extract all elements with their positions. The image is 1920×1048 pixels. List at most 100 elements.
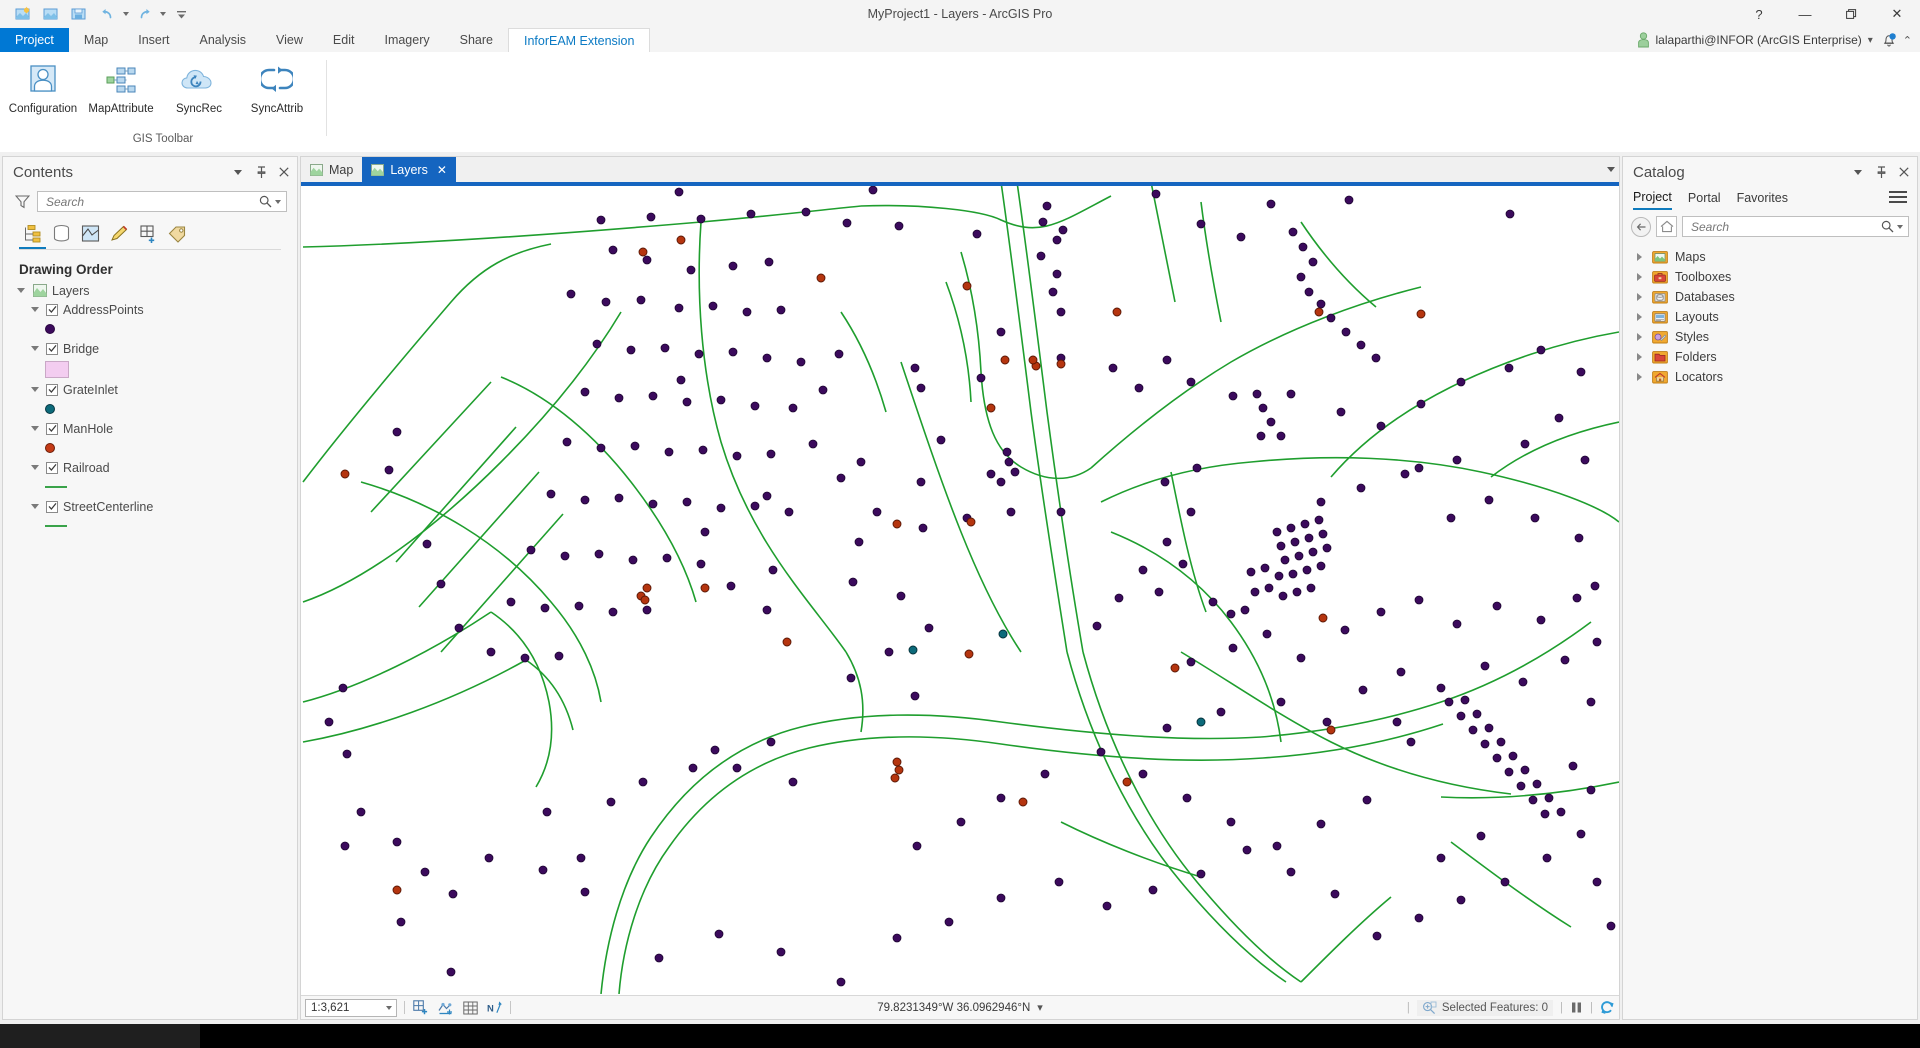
contents-pin-icon[interactable] <box>254 164 268 180</box>
close-icon[interactable]: ✕ <box>437 163 447 177</box>
bell-icon[interactable] <box>1881 32 1897 48</box>
expand-icon[interactable] <box>29 384 41 396</box>
layer-visibility-checkbox[interactable] <box>46 423 58 435</box>
list-by-editing-tab[interactable] <box>106 220 133 246</box>
catalog-item-maps[interactable]: Maps <box>1631 247 1917 267</box>
layer-visibility-checkbox[interactable] <box>46 384 58 396</box>
catalog-item-locators[interactable]: Locators <box>1631 367 1917 387</box>
undo-icon[interactable] <box>94 2 120 26</box>
layer-visibility-checkbox[interactable] <box>46 304 58 316</box>
expand-icon[interactable] <box>1633 333 1645 341</box>
map-scale-control[interactable]: 1:3,621 <box>305 999 397 1017</box>
tab-view[interactable]: View <box>261 28 318 52</box>
north-arrow-icon[interactable]: N <box>487 1000 503 1016</box>
list-by-data-source-tab[interactable] <box>48 220 75 246</box>
layer-visibility-checkbox[interactable] <box>46 343 58 355</box>
catalog-item-databases[interactable]: Databases <box>1631 287 1917 307</box>
explore-tool-icon[interactable] <box>437 1000 453 1016</box>
catalog-item-folders[interactable]: Folders <box>1631 347 1917 367</box>
expand-icon[interactable] <box>1633 253 1645 261</box>
toc-root-layers[interactable]: Layers <box>15 281 297 300</box>
list-by-selection-tab[interactable] <box>77 220 104 246</box>
chevron-down-icon[interactable] <box>386 1006 392 1010</box>
toc-layer-manhole[interactable]: ManHole <box>15 419 297 438</box>
catalog-tab-favorites[interactable]: Favorites <box>1737 191 1788 209</box>
catalog-menu-icon[interactable] <box>1851 164 1865 180</box>
redo-dropdown-icon[interactable] <box>160 12 166 16</box>
search-icon[interactable] <box>257 195 273 208</box>
layer-visibility-checkbox[interactable] <box>46 462 58 474</box>
list-by-snapping-tab[interactable] <box>135 220 162 246</box>
contents-close-icon[interactable] <box>277 164 291 180</box>
home-icon[interactable] <box>1656 216 1677 237</box>
contents-search-box[interactable] <box>37 191 287 212</box>
configuration-button[interactable]: Configuration <box>4 52 82 133</box>
catalog-search-input[interactable] <box>1689 219 1879 235</box>
syncattrib-button[interactable]: SyncAttrib <box>238 52 316 133</box>
toc-layer-addresspoints[interactable]: AddressPoints <box>15 300 297 319</box>
tab-imagery[interactable]: Imagery <box>369 28 444 52</box>
layer-visibility-checkbox[interactable] <box>46 501 58 513</box>
undo-dropdown-icon[interactable] <box>123 12 129 16</box>
syncrec-button[interactable]: SyncRec <box>160 52 238 133</box>
expand-icon[interactable] <box>29 501 41 513</box>
search-icon[interactable] <box>1879 220 1895 233</box>
tab-infoream-extension[interactable]: InforEAM Extension <box>508 28 650 53</box>
catalog-item-toolboxes[interactable]: Toolboxes <box>1631 267 1917 287</box>
mapattribute-button[interactable]: MapAttribute <box>82 52 160 133</box>
search-options-icon[interactable] <box>273 200 282 204</box>
toc-layer-grateinlet[interactable]: GrateInlet <box>15 380 297 399</box>
catalog-item-styles[interactable]: Styles <box>1631 327 1917 347</box>
tab-edit[interactable]: Edit <box>318 28 370 52</box>
catalog-tab-portal[interactable]: Portal <box>1688 191 1721 209</box>
select-by-rectangle-icon[interactable] <box>412 1000 428 1016</box>
customize-qat-icon[interactable] <box>168 2 194 26</box>
catalog-options-icon[interactable] <box>1889 189 1907 205</box>
expand-icon[interactable] <box>15 285 27 297</box>
tab-insert[interactable]: Insert <box>123 28 184 52</box>
expand-icon[interactable] <box>1633 373 1645 381</box>
close-button[interactable]: ✕ <box>1874 0 1920 28</box>
redo-icon[interactable] <box>131 2 157 26</box>
catalog-item-layouts[interactable]: Layouts <box>1631 307 1917 327</box>
map-canvas[interactable] <box>301 182 1619 994</box>
view-tab-map[interactable]: Map <box>301 157 362 182</box>
grid-icon[interactable] <box>462 1000 478 1016</box>
tab-analysis[interactable]: Analysis <box>185 28 262 52</box>
tab-project[interactable]: Project <box>0 28 69 52</box>
catalog-tab-project[interactable]: Project <box>1633 190 1672 210</box>
search-options-icon[interactable] <box>1895 225 1904 229</box>
map-view-strip-menu[interactable] <box>1607 157 1615 182</box>
catalog-close-icon[interactable] <box>1897 164 1911 180</box>
minimize-button[interactable]: — <box>1782 0 1828 28</box>
refresh-icon[interactable] <box>1600 1001 1615 1015</box>
account-dropdown-icon[interactable]: ▾ <box>1868 35 1873 46</box>
expand-icon[interactable] <box>29 304 41 316</box>
collapse-ribbon-icon[interactable]: ⌃ <box>1903 34 1912 47</box>
maximize-button[interactable] <box>1828 0 1874 28</box>
tab-share[interactable]: Share <box>445 28 508 52</box>
expand-icon[interactable] <box>1633 273 1645 281</box>
account-name[interactable]: lalaparthi@INFOR (ArcGIS Enterprise) <box>1656 33 1862 47</box>
expand-icon[interactable] <box>29 462 41 474</box>
open-project-icon[interactable] <box>38 2 64 26</box>
expand-icon[interactable] <box>1633 353 1645 361</box>
catalog-pin-icon[interactable] <box>1874 164 1888 180</box>
expand-icon[interactable] <box>1633 313 1645 321</box>
chevron-down-icon[interactable] <box>1607 167 1615 172</box>
coordinates-dropdown-icon[interactable]: ▾ <box>1037 1001 1043 1014</box>
list-by-drawing-order-tab[interactable] <box>19 220 46 246</box>
expand-icon[interactable] <box>29 423 41 435</box>
new-project-icon[interactable] <box>10 2 36 26</box>
filter-icon[interactable] <box>13 193 31 211</box>
list-by-labeling-tab[interactable] <box>164 220 191 246</box>
save-project-icon[interactable] <box>66 2 92 26</box>
contents-search-input[interactable] <box>44 194 257 210</box>
help-button[interactable]: ? <box>1736 0 1782 28</box>
expand-icon[interactable] <box>29 343 41 355</box>
contents-menu-icon[interactable] <box>231 164 245 180</box>
toc-layer-streetcenterline[interactable]: StreetCenterline <box>15 497 297 516</box>
catalog-search-box[interactable] <box>1682 216 1909 237</box>
pause-drawing-button[interactable] <box>1570 1001 1583 1014</box>
view-tab-layers[interactable]: Layers ✕ <box>362 157 456 182</box>
